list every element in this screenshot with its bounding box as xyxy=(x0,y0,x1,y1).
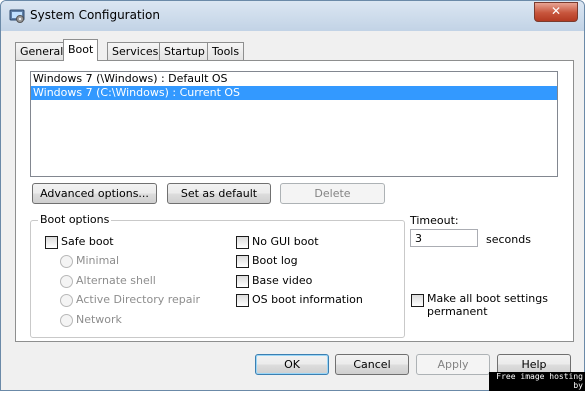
timeout-label: Timeout: xyxy=(410,214,459,227)
os-boot-information-label: OS boot information xyxy=(252,293,363,306)
tab-services[interactable]: Services xyxy=(107,42,164,60)
close-button[interactable]: ✕ xyxy=(534,2,578,22)
base-video-label: Base video xyxy=(252,274,313,287)
no-gui-boot-label: No GUI boot xyxy=(252,235,319,248)
base-video-checkbox[interactable] xyxy=(236,275,249,288)
boot-log-label: Boot log xyxy=(252,254,298,267)
watermark-line1: Free image hosting by xyxy=(496,372,583,390)
tab-general[interactable]: General xyxy=(15,42,69,60)
cancel-button[interactable]: Cancel xyxy=(335,354,409,375)
apply-button[interactable]: Apply xyxy=(416,354,490,375)
alternate-shell-radio[interactable] xyxy=(60,275,73,288)
timeout-unit-label: seconds xyxy=(486,233,531,246)
os-list-item[interactable]: Windows 7 (\Windows) : Default OS xyxy=(31,72,557,86)
tab-boot[interactable]: Boot xyxy=(63,39,99,61)
minimal-label: Minimal xyxy=(76,254,120,267)
network-label: Network xyxy=(76,313,122,326)
ok-button[interactable]: OK xyxy=(255,354,329,375)
os-list-item-selected[interactable]: Windows 7 (C:\Windows) : Current OS xyxy=(31,86,557,100)
alternate-shell-label: Alternate shell xyxy=(76,274,156,287)
watermark-line2: www.techpowerup.com xyxy=(491,390,583,399)
make-permanent-label-line2: permanent xyxy=(427,305,488,318)
active-directory-repair-radio[interactable] xyxy=(60,294,73,307)
os-boot-information-checkbox[interactable] xyxy=(236,294,249,307)
tab-startup[interactable]: Startup xyxy=(159,42,210,60)
make-permanent-label-line1: Make all boot settings xyxy=(427,292,548,305)
safe-boot-checkbox[interactable] xyxy=(45,236,58,249)
delete-button[interactable]: Delete xyxy=(280,183,385,204)
minimal-radio[interactable] xyxy=(60,255,73,268)
watermark: Free image hosting by www.techpowerup.co… xyxy=(489,372,585,399)
active-directory-repair-label: Active Directory repair xyxy=(76,293,201,306)
no-gui-boot-checkbox[interactable] xyxy=(236,236,249,249)
os-listbox[interactable]: Windows 7 (\Windows) : Default OS Window… xyxy=(30,71,558,177)
boot-tab-panel: Windows 7 (\Windows) : Default OS Window… xyxy=(15,60,574,342)
boot-options-title: Boot options xyxy=(38,213,112,226)
system-configuration-icon xyxy=(9,9,25,23)
network-radio[interactable] xyxy=(60,314,73,327)
title-bar: System Configuration ✕ xyxy=(1,1,584,31)
tab-tools[interactable]: Tools xyxy=(207,42,245,60)
boot-options-group: Boot options Safe boot Minimal Alternate… xyxy=(30,213,405,338)
advanced-options-button[interactable]: Advanced options... xyxy=(32,183,157,204)
window-title: System Configuration xyxy=(30,8,160,22)
safe-boot-label: Safe boot xyxy=(61,235,114,248)
set-as-default-button[interactable]: Set as default xyxy=(167,183,271,204)
timeout-input[interactable]: 3 xyxy=(410,229,478,247)
make-permanent-checkbox[interactable] xyxy=(411,294,424,307)
system-configuration-window: System Configuration ✕ General Boot Serv… xyxy=(0,0,585,391)
boot-log-checkbox[interactable] xyxy=(236,255,249,268)
